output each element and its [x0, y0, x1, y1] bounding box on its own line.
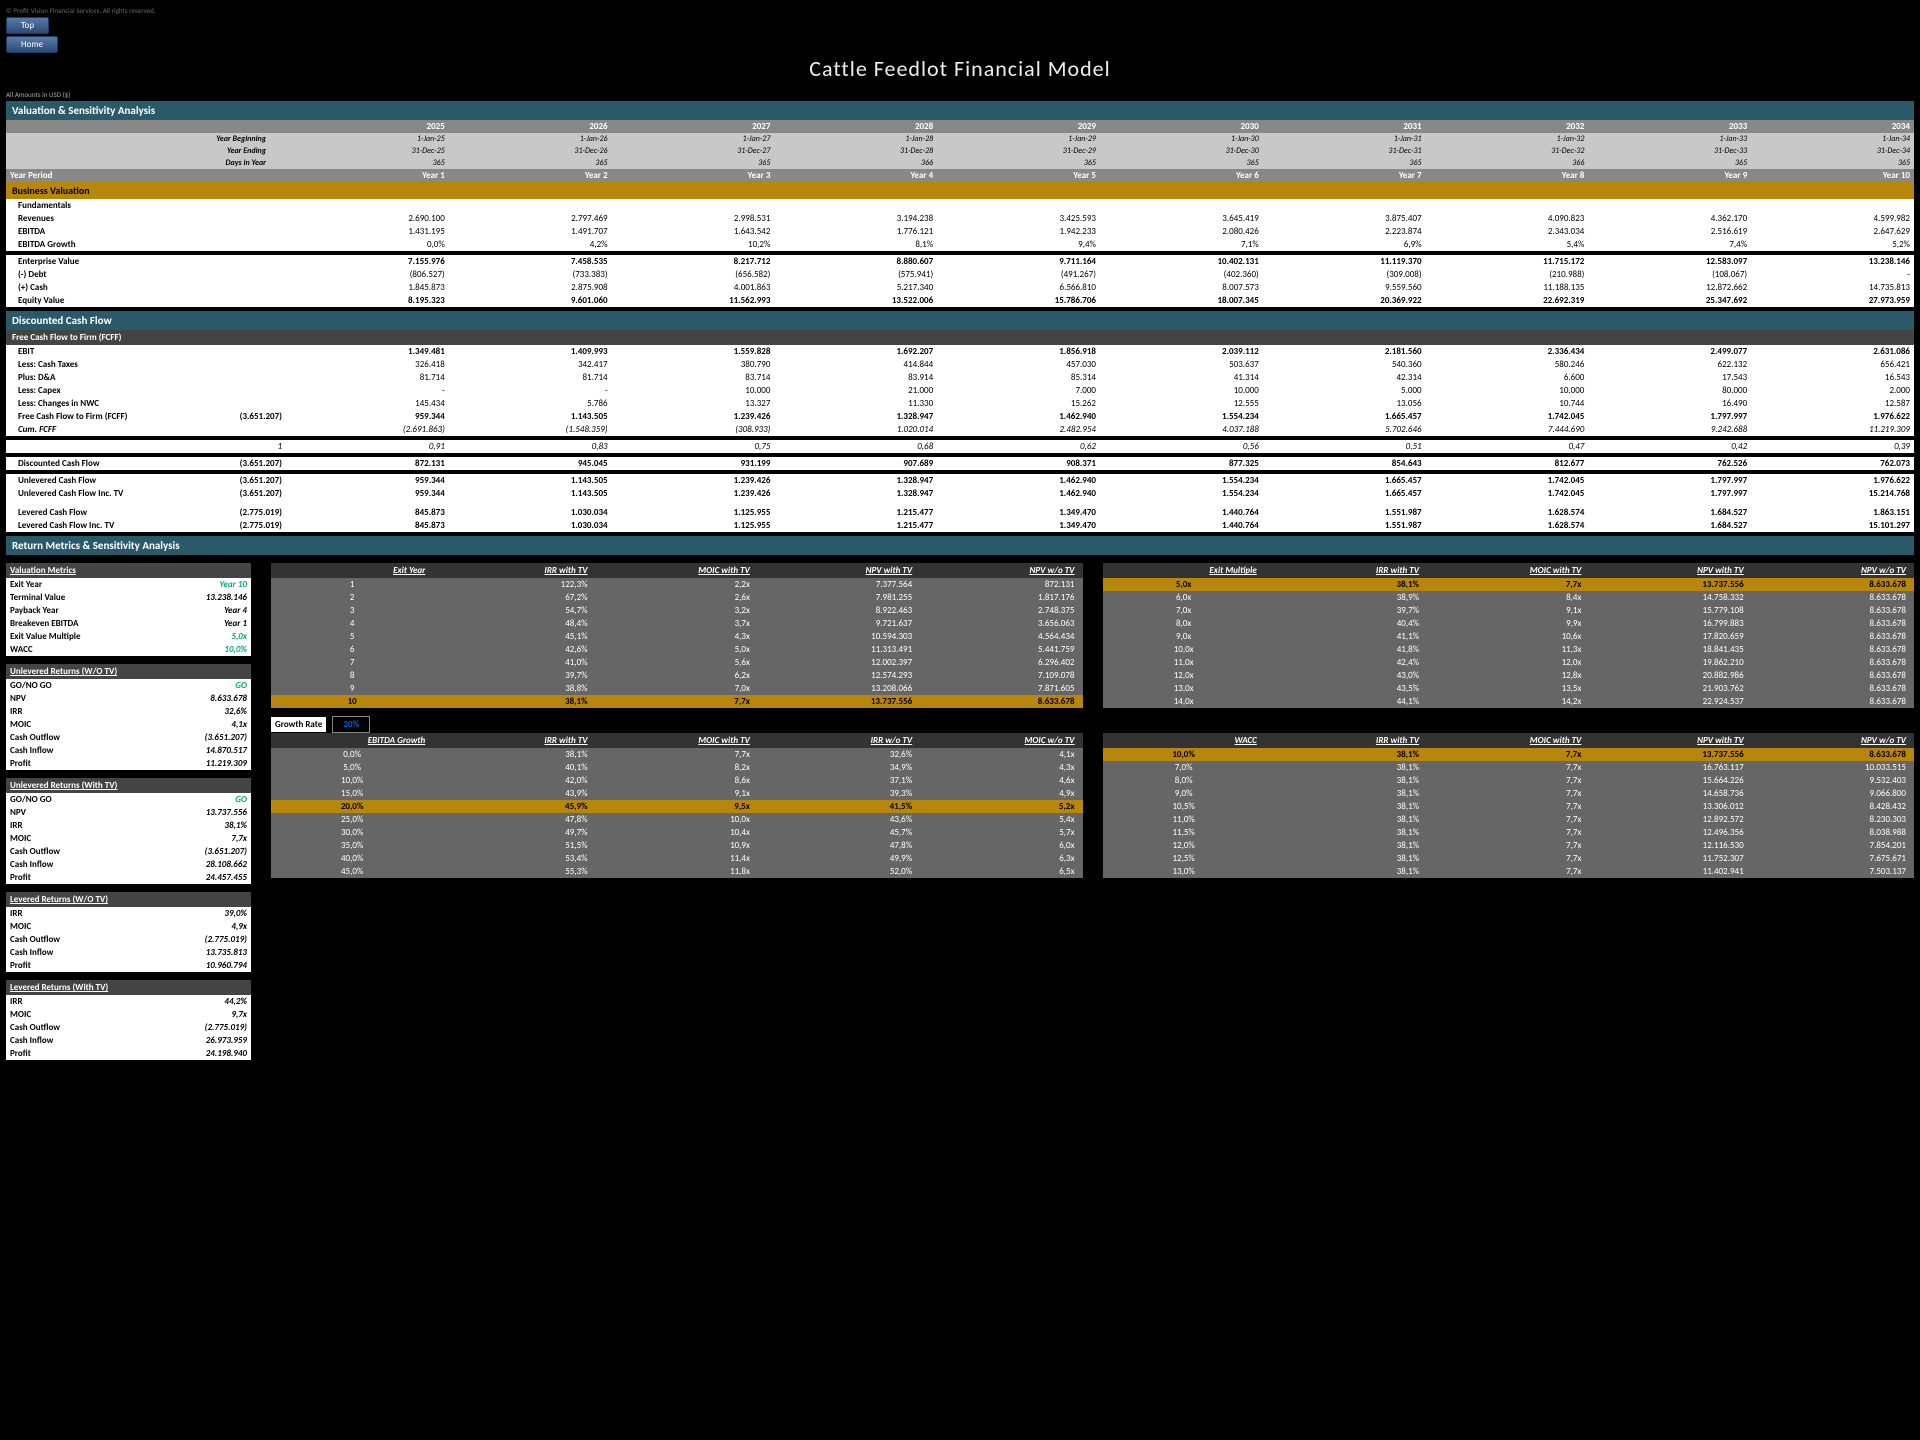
dcf-row-table: Discounted Cash Flow(3.651.207)872.13194… — [6, 457, 1914, 470]
bv-table: FundamentalsRevenues2.690.1002.797.4692.… — [6, 199, 1914, 251]
section-valuation: Valuation & Sensitivity Analysis — [6, 101, 1914, 120]
cf-table: Unlevered Cash Flow(3.651.207)959.3441.1… — [6, 474, 1914, 532]
sens-ebitda-growth: EBITDA GrowthIRR with TVMOIC with TVIRR … — [271, 733, 1083, 878]
growth-rate-value[interactable]: 20% — [332, 716, 370, 733]
fcff-table: EBIT1.349.4811.409.9931.559.8281.692.207… — [6, 345, 1914, 436]
band-return-metrics: Return Metrics & Sensitivity Analysis — [6, 536, 1914, 555]
sens-exit-multiple: Exit MultipleIRR with TVMOIC with TVNPV … — [1103, 563, 1915, 708]
year-header-table: 2025202620272028202920302031203220332034… — [6, 120, 1914, 182]
band-dcf: Discounted Cash Flow — [6, 311, 1914, 330]
copyright: © Profit Vision Financial Services. All … — [6, 6, 1914, 15]
disc-table: 10,910,830,750,680,620,560,510,470,420,3… — [6, 440, 1914, 453]
topbar: Top — [6, 17, 1914, 34]
metrics-section: Valuation MetricsExit YearYear 10Termina… — [6, 563, 1914, 1068]
sens-wacc: WACCIRR with TVMOIC with TVNPV with TVNP… — [1103, 733, 1915, 878]
sens-exit-year: Exit YearIRR with TVMOIC with TVNPV with… — [271, 563, 1083, 708]
band-business-valuation: Business Valuation — [6, 182, 1914, 199]
amounts-label: All Amounts in USD ($) — [6, 90, 1914, 99]
home-button[interactable]: Home — [6, 36, 58, 53]
growth-rate-label: Growth Rate — [271, 717, 326, 732]
band-fcff: Free Cash Flow to Firm (FCFF) — [6, 330, 1914, 345]
ev-table: Enterprise Value7.155.9767.458.5358.217.… — [6, 255, 1914, 307]
top-button[interactable]: Top — [6, 17, 49, 34]
page-title: Cattle Feedlot Financial Model — [6, 55, 1914, 82]
